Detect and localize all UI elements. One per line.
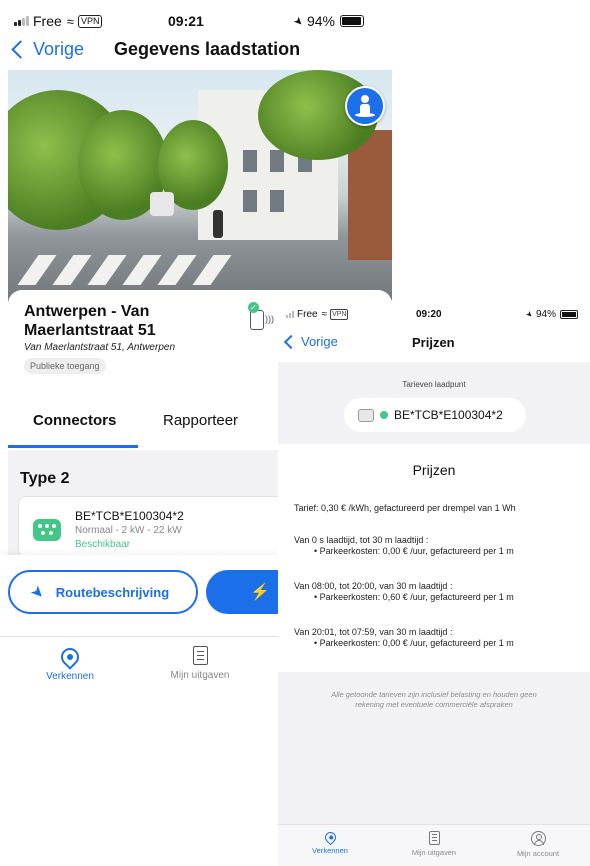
tab-expenses-label: Mijn uitgaven bbox=[411, 848, 457, 857]
tab-expenses-label: Mijn uitgaven bbox=[170, 670, 230, 681]
location-arrow-icon: ➤ bbox=[524, 308, 536, 321]
connector-status: Beschikbaar bbox=[75, 539, 131, 550]
tab-account-label: Mijn account bbox=[516, 849, 560, 858]
signal-icon bbox=[286, 311, 294, 318]
nav-bar: Vorige Gegevens laadstation bbox=[11, 36, 384, 62]
connector-id: BE*TCB*E100304*2 bbox=[75, 509, 184, 523]
tariff-disclaimer: Alle getoonde tarieven zijn inclusief be… bbox=[278, 690, 590, 710]
signal-icon bbox=[14, 16, 29, 26]
charger-status-icon: ✓ ))) bbox=[248, 302, 274, 330]
clock: 09:21 bbox=[168, 13, 204, 29]
connector-id: BE*TCB*E100304*2 bbox=[394, 408, 503, 422]
tab-report[interactable]: Rapporteer bbox=[163, 412, 238, 429]
station-name-line2: Maerlantstraat 51 bbox=[24, 322, 156, 339]
rates-label: Tarieven laadpunt bbox=[402, 380, 466, 389]
station-name: Antwerpen - Van Maerlantstraat 51 bbox=[24, 302, 156, 340]
connector-pill[interactable]: BE*TCB*E100304*2 bbox=[344, 398, 526, 432]
prices-panel: Prijzen Tarief: 0,30 € /kWh, gefactureer… bbox=[278, 444, 590, 672]
access-chip: Publieke toegang bbox=[24, 358, 106, 374]
available-status-dot bbox=[380, 411, 388, 419]
tab-account[interactable]: Mijn account bbox=[506, 831, 570, 858]
connector-specs: Normaal - 2 kW - 22 kW bbox=[75, 525, 182, 536]
carrier-label: Free bbox=[33, 13, 62, 29]
battery-percentage: 94% bbox=[535, 309, 556, 320]
receipt-icon bbox=[428, 831, 440, 845]
status-bar: Free ≈ VPN 09:20 ➤ 94% bbox=[286, 309, 586, 320]
account-icon bbox=[530, 831, 546, 846]
rule-cost: • Parkeerkosten: 0,00 € /uur, gefacturee… bbox=[314, 638, 514, 648]
battery-icon bbox=[340, 15, 364, 27]
chevron-left-icon bbox=[283, 334, 299, 349]
page-title: Prijzen bbox=[412, 335, 455, 350]
tab-connectors[interactable]: Connectors bbox=[33, 412, 116, 429]
receipt-icon bbox=[192, 646, 208, 665]
active-tab-indicator bbox=[8, 445, 138, 448]
station-address: Van Maerlantstraat 51, Antwerpen bbox=[24, 342, 176, 353]
type2-socket-icon bbox=[358, 408, 374, 422]
navigation-arrow-icon: ➤ bbox=[28, 581, 49, 602]
wifi-icon: ≈ bbox=[321, 309, 328, 320]
page-title: Gegevens laadstation bbox=[114, 38, 301, 59]
prices-title: Prijzen bbox=[412, 462, 456, 478]
vpn-badge: VPN bbox=[77, 14, 103, 28]
back-button[interactable]: Vorige bbox=[11, 38, 85, 60]
tab-explore-label: Verkennen bbox=[312, 846, 348, 855]
back-label: Vorige bbox=[33, 38, 85, 59]
rates-section: Tarieven laadpunt BE*TCB*E100304*2 bbox=[278, 362, 590, 444]
route-button-label: Routebeschrijving bbox=[55, 584, 170, 600]
chevron-left-icon bbox=[11, 39, 30, 59]
connector-item[interactable]: BE*TCB*E100304*2 Normaal - 2 kW - 22 kW … bbox=[18, 496, 320, 558]
battery-percentage: 94% bbox=[306, 13, 335, 29]
station-street-photo[interactable] bbox=[8, 70, 392, 310]
type2-socket-icon bbox=[33, 519, 61, 541]
prices-screen: Free ≈ VPN 09:20 ➤ 94% Vorige Prijzen Ta… bbox=[278, 300, 590, 866]
street-view-button[interactable] bbox=[345, 86, 385, 126]
disclaimer-line1: Alle getoonde tarieven zijn inclusief be… bbox=[331, 690, 537, 699]
tab-explore-label: Verkennen bbox=[46, 671, 94, 682]
vpn-badge: VPN bbox=[330, 309, 349, 320]
tariff-line: Tarief: 0,30 € /kWh, gefactureerd per dr… bbox=[294, 503, 516, 513]
rule-cost: • Parkeerkosten: 0,00 € /uur, gefacturee… bbox=[314, 546, 514, 556]
location-arrow-icon: ➤ bbox=[290, 13, 306, 29]
lightning-icon: ⚡ bbox=[250, 584, 270, 601]
back-button[interactable]: Vorige bbox=[283, 334, 338, 349]
battery-icon bbox=[560, 310, 578, 319]
map-pin-icon bbox=[322, 829, 338, 846]
tab-expenses[interactable]: Mijn uitgaven bbox=[402, 831, 466, 857]
station-name-line1: Antwerpen - Van bbox=[24, 303, 150, 320]
tab-explore[interactable]: Verkennen bbox=[300, 829, 360, 855]
map-pin-icon bbox=[57, 644, 83, 670]
route-button[interactable]: ➤ Routebeschrijving bbox=[8, 570, 198, 614]
connector-group-title: Type 2 bbox=[20, 470, 70, 487]
back-label: Vorige bbox=[301, 334, 338, 349]
tab-explore[interactable]: Verkennen bbox=[30, 644, 110, 682]
rule-cost: • Parkeerkosten: 0,60 € /uur, gefacturee… bbox=[314, 592, 514, 602]
carrier-label: Free bbox=[297, 309, 318, 320]
disclaimer-line2: rekening met eventuele commerciële afspr… bbox=[355, 700, 513, 709]
status-bar: Free ≈ VPN 09:21 ➤ 94% bbox=[14, 6, 384, 36]
tab-expenses[interactable]: Mijn uitgaven bbox=[160, 646, 240, 681]
clock: 09:20 bbox=[416, 309, 442, 320]
wifi-icon: ≈ bbox=[66, 13, 74, 29]
